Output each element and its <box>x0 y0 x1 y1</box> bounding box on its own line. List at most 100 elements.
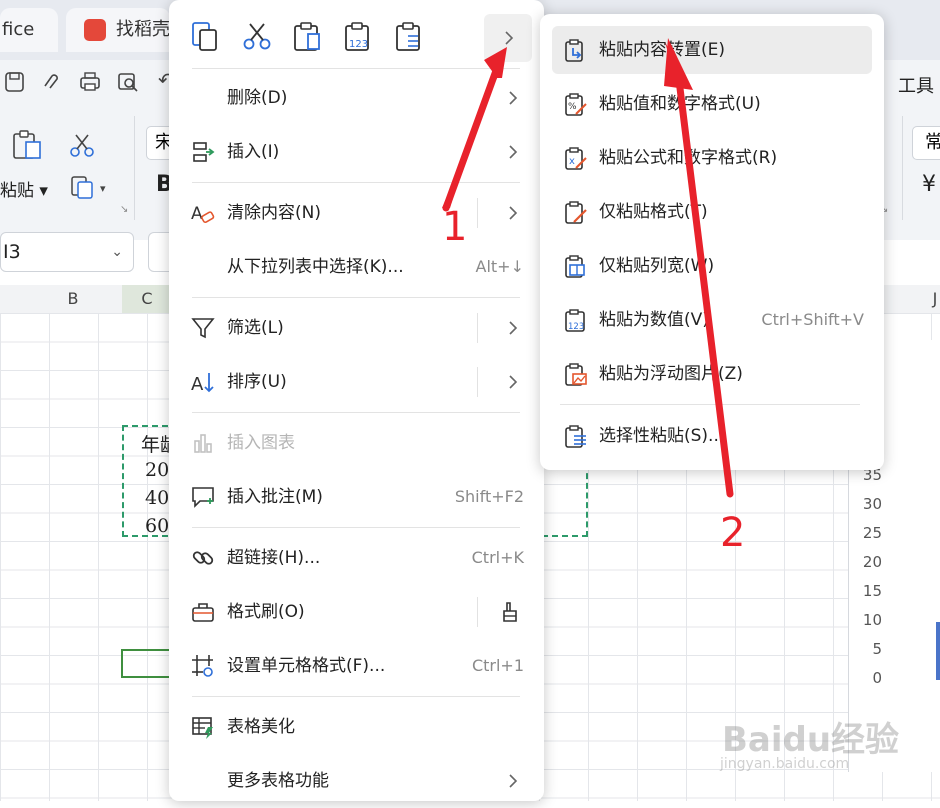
menu-item-table-beautify[interactable]: 表格美化 <box>169 700 544 754</box>
tab-docer[interactable]: 找稻壳 <box>66 8 170 52</box>
menu-divider <box>192 297 520 298</box>
ribbon-separator <box>902 116 903 220</box>
chevron-right-icon <box>509 375 518 389</box>
paste-values-format-icon: % <box>565 93 587 116</box>
submenu-item-paste-transpose[interactable]: 粘贴内容转置(E) <box>552 26 872 74</box>
ribbon-paste-label[interactable]: 粘贴 ▾ <box>0 176 48 201</box>
column-header-c[interactable]: C <box>122 285 172 314</box>
paste-transpose-icon <box>565 39 583 62</box>
submenu-item-paste-formats-only[interactable]: 仅粘贴格式(T) <box>552 188 872 236</box>
chevron-right-icon <box>509 321 518 335</box>
format-painter-icon <box>192 603 214 622</box>
menu-item-insert-chart: 插入图表 <box>169 416 544 470</box>
submenu-item-paste-column-widths[interactable]: 仅粘贴列宽(W) <box>552 242 872 290</box>
paste-special-icon[interactable] <box>394 20 426 52</box>
menu-item-pick-from-list[interactable]: 从下拉列表中选择(K)... Alt+↓ <box>169 240 544 294</box>
paste-formula-format-icon: x <box>565 147 587 170</box>
y-tick-label: 30 <box>862 495 882 513</box>
baidu-watermark-url: jingyan.baidu.com <box>720 756 850 772</box>
format-painter-pin-icon[interactable] <box>498 600 522 624</box>
menu-item-hyperlink[interactable]: 超链接(H)... Ctrl+K <box>169 531 544 585</box>
column-header-b[interactable]: B <box>24 285 122 314</box>
cell-value[interactable]: 40 <box>145 487 169 509</box>
paste-format-icon <box>565 201 587 224</box>
menu-divider <box>192 696 520 697</box>
link-icon <box>192 551 214 565</box>
y-tick-label: 20 <box>862 553 882 571</box>
menu-item-sort[interactable]: A 排序(U) <box>169 355 544 409</box>
cell-value[interactable]: 60 <box>145 515 169 537</box>
submenu-divider <box>560 404 860 405</box>
comment-icon <box>192 487 214 508</box>
svg-text:▾: ▾ <box>100 182 106 195</box>
paste-special-icon <box>565 425 586 448</box>
menu-item-insert[interactable]: 插入(I) <box>169 125 544 179</box>
print-preview-icon[interactable] <box>116 70 140 94</box>
chevron-right-icon <box>509 145 518 159</box>
submenu-item-paste-special[interactable]: 选择性粘贴(S)... <box>552 412 872 460</box>
currency-button[interactable]: ¥ <box>922 172 936 197</box>
chart-icon <box>194 434 212 453</box>
menu-item-insert-comment[interactable]: 插入批注(M) Shift+F2 <box>169 470 544 524</box>
annotation-step-1: 1 <box>442 204 468 250</box>
ribbon-copy-icon[interactable]: ▾ <box>70 174 110 200</box>
print-icon[interactable] <box>78 70 102 94</box>
ribbon-separator <box>134 116 135 220</box>
paste-values-icon[interactable]: 123 <box>343 20 375 52</box>
y-tick-label: 15 <box>862 582 882 600</box>
clipboard-launcher-icon[interactable]: ↘ <box>120 204 128 215</box>
copy-icon[interactable] <box>189 20 221 52</box>
paste-column-width-icon <box>565 255 585 278</box>
menu-divider <box>192 68 520 69</box>
tools-tab[interactable]: 工具 <box>898 72 934 98</box>
save-icon[interactable] <box>4 70 26 94</box>
menu-item-filter[interactable]: 筛选(L) <box>169 301 544 355</box>
cut-icon[interactable] <box>241 20 273 52</box>
link-quick-icon[interactable] <box>40 70 62 94</box>
name-box[interactable]: I3 ⌄ <box>0 232 134 272</box>
y-tick-label: 5 <box>872 640 882 658</box>
svg-text:A: A <box>191 204 203 224</box>
menu-divider <box>192 182 520 183</box>
paste-icon[interactable] <box>292 20 324 52</box>
paste-picture-icon <box>565 363 587 386</box>
chevron-down-icon[interactable]: ⌄ <box>111 233 123 271</box>
docer-logo-icon <box>84 19 106 41</box>
svg-text:%: % <box>568 102 577 112</box>
tab-office[interactable]: fice <box>0 8 58 52</box>
y-tick-label: 25 <box>862 524 882 542</box>
menu-item-format-cells[interactable]: 设置单元格格式(F)... Ctrl+1 <box>169 639 544 693</box>
paste-submenu-button[interactable] <box>484 14 532 62</box>
clear-contents-icon: A <box>191 204 215 224</box>
submenu-item-paste-as-values[interactable]: 123 粘贴为数值(V) Ctrl+Shift+V <box>552 296 872 344</box>
menu-item-clear-contents[interactable]: A 清除内容(N) <box>169 186 544 240</box>
menu-divider <box>192 412 520 413</box>
ribbon-paste-icon[interactable] <box>10 128 44 162</box>
menu-vertical-divider <box>477 198 478 228</box>
svg-text:123: 123 <box>568 322 584 332</box>
active-cell[interactable] <box>121 649 171 678</box>
menu-item-more-table-functions[interactable]: 更多表格功能 <box>169 754 544 808</box>
baidu-watermark: Baidu经验 <box>722 720 900 760</box>
cell-value[interactable]: 20 <box>145 459 169 481</box>
tab-docer-label: 找稻壳 <box>116 19 170 40</box>
submenu-item-paste-as-picture[interactable]: 粘贴为浮动图片(Z) <box>552 350 872 398</box>
menu-item-delete[interactable]: 删除(D) <box>169 71 544 125</box>
insert-cells-icon <box>193 142 215 162</box>
menu-divider <box>192 527 520 528</box>
chevron-right-icon <box>509 774 518 788</box>
svg-text:123: 123 <box>349 39 368 50</box>
ribbon-cut-icon[interactable] <box>68 132 96 160</box>
number-format-box[interactable]: 常 <box>912 126 940 160</box>
paste-as-values-icon: 123 <box>565 309 585 332</box>
chevron-right-icon <box>509 91 518 105</box>
column-header-j[interactable]: J <box>920 285 940 314</box>
menu-vertical-divider <box>477 597 478 627</box>
menu-vertical-divider <box>477 313 478 343</box>
submenu-item-paste-values-number-formats[interactable]: % 粘贴值和数字格式(U) <box>552 80 872 128</box>
tab-office-label: fice <box>2 19 35 40</box>
svg-text:A: A <box>191 374 204 394</box>
submenu-item-paste-formulas-number-formats[interactable]: x 粘贴公式和数字格式(R) <box>552 134 872 182</box>
menu-item-format-painter[interactable]: 格式刷(O) <box>169 585 544 639</box>
svg-text:x: x <box>569 156 575 167</box>
